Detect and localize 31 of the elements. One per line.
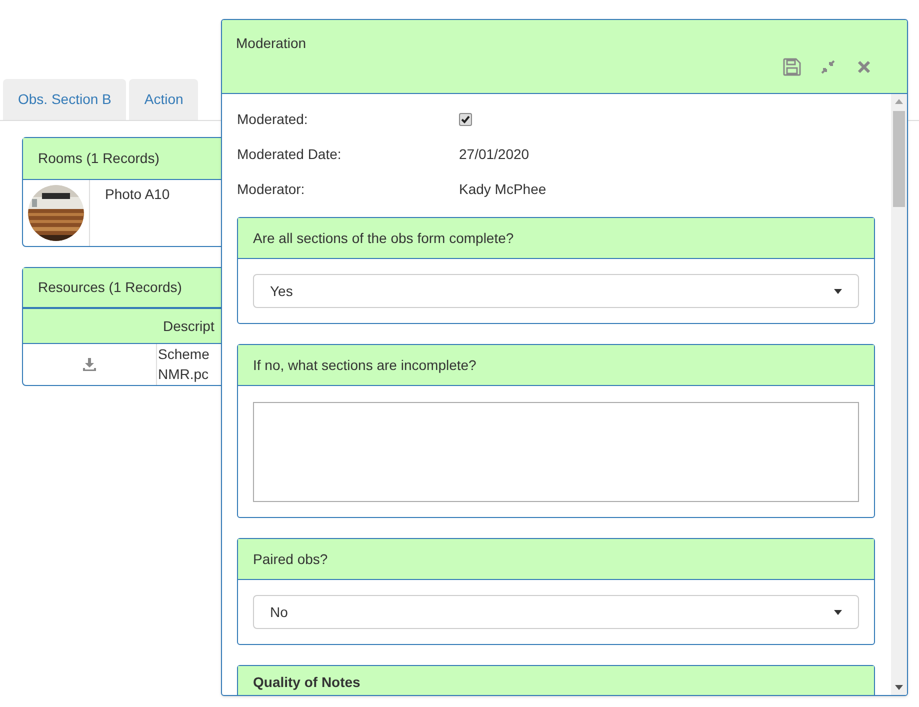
column-header: Descript: [163, 316, 214, 336]
caret-icon: [834, 288, 842, 294]
scrollbar[interactable]: [891, 94, 907, 695]
table-cell: Scheme NMR.pc: [158, 346, 210, 382]
table-cell: Photo A10: [105, 186, 170, 202]
text-area[interactable]: [253, 402, 859, 502]
close-icon[interactable]: [855, 58, 873, 76]
field-label: Moderator:: [237, 180, 306, 199]
compress-icon[interactable]: [819, 58, 837, 76]
dialog-title: Moderation: [236, 34, 308, 53]
panel-title: Rooms (1 Records): [38, 149, 160, 168]
question-label: Paired obs?: [253, 550, 328, 568]
question-label: Quality of Notes: [253, 673, 360, 692]
field-value: Kady McPhee: [459, 180, 546, 199]
scroll-up-icon[interactable]: [895, 99, 903, 104]
tab[interactable]: Action: [129, 79, 198, 120]
panel-title: Resources (1 Records): [38, 278, 182, 297]
select-field[interactable]: No: [253, 595, 859, 629]
scroll-thumb[interactable]: [893, 111, 905, 207]
download-icon[interactable]: [83, 358, 96, 371]
question-label: If no, what sections are incomplete?: [253, 356, 476, 375]
select-field[interactable]: Yes: [253, 274, 859, 308]
tab[interactable]: Obs. Section B: [3, 79, 126, 120]
field-label: Moderated Date:: [237, 145, 342, 164]
checkbox[interactable]: [459, 113, 472, 126]
field-label: Moderated:: [237, 110, 309, 129]
caret-icon: [834, 610, 842, 614]
save-icon[interactable]: [783, 58, 801, 76]
question-label: Are all sections of the obs form complete?: [253, 228, 514, 248]
scroll-down-icon[interactable]: [895, 685, 903, 690]
field-value: 27/01/2020: [459, 145, 530, 164]
